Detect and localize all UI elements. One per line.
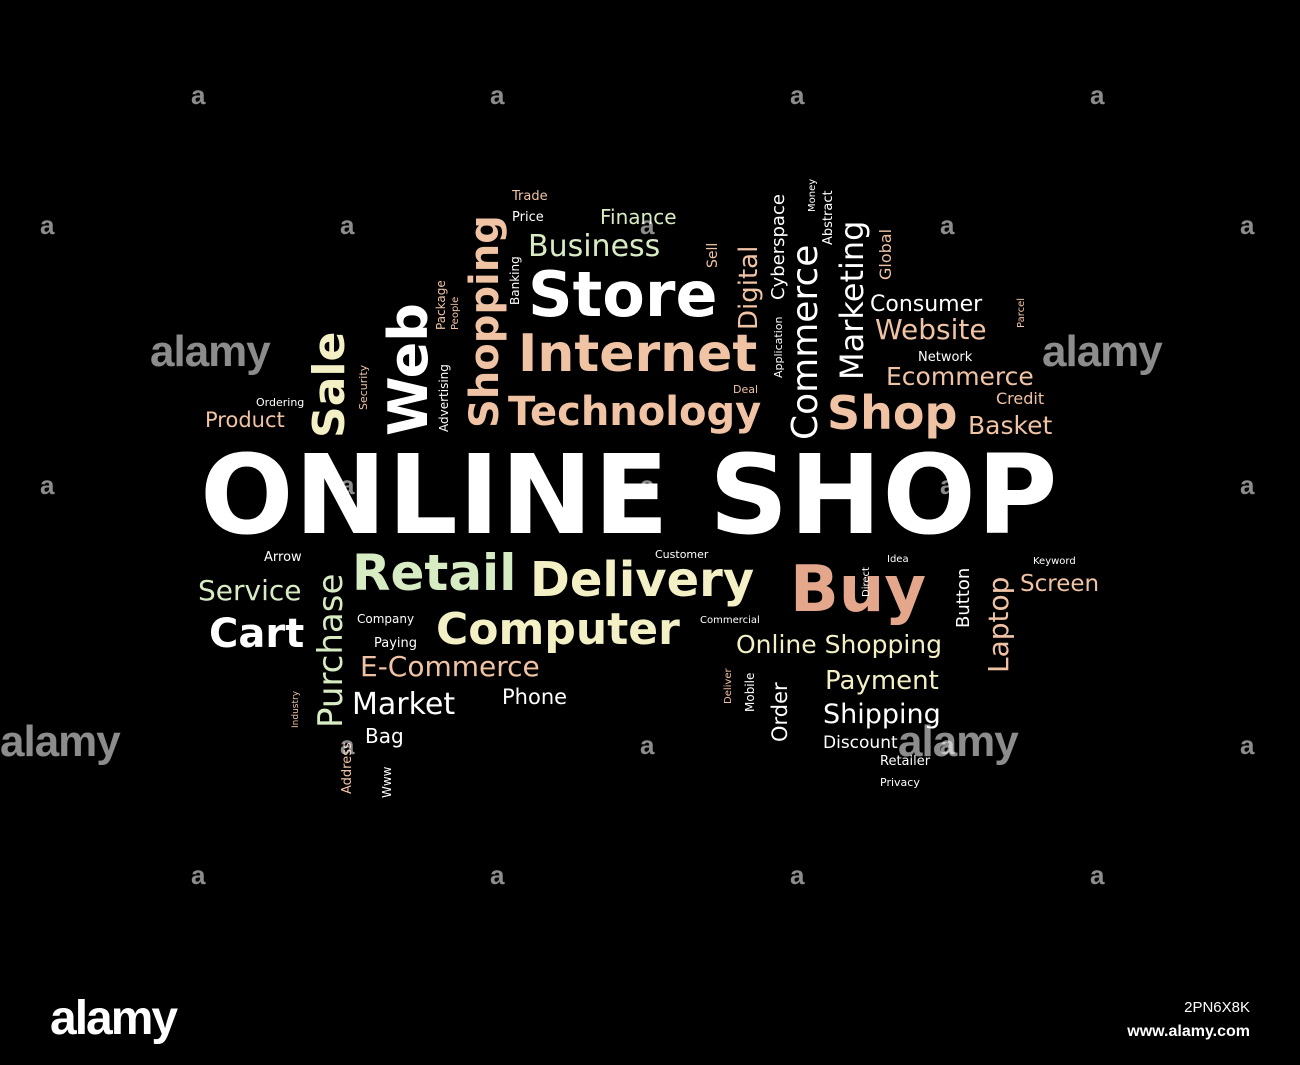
word-cloud: ONLINE SHOP Store Internet Technology Shop Bu… bbox=[0, 0, 1300, 1065]
word-sale: Sale bbox=[304, 331, 355, 438]
word-commerce: Commerce bbox=[785, 244, 826, 440]
site-url: www.alamy.com bbox=[1127, 1023, 1250, 1040]
word-bag: Bag bbox=[365, 724, 404, 748]
word-market: Market bbox=[352, 687, 456, 722]
watermark-glyph: a bbox=[340, 470, 355, 500]
word-parcel: Parcel bbox=[1016, 297, 1027, 328]
word-computer: Computer bbox=[436, 604, 680, 655]
word-customer: Customer bbox=[655, 548, 709, 561]
word-screen: Screen bbox=[1020, 571, 1100, 597]
word-phone: Phone bbox=[502, 685, 568, 709]
word-people: People bbox=[450, 296, 461, 330]
watermark-glyph: a bbox=[490, 80, 505, 110]
word-shopping: Shopping bbox=[462, 215, 508, 428]
word-digital: Digital bbox=[734, 245, 764, 330]
word-commercial: Commercial bbox=[700, 615, 760, 626]
watermark-glyph: a bbox=[490, 860, 505, 890]
watermark-glyph: a bbox=[1090, 80, 1105, 110]
word-trade: Trade bbox=[512, 189, 548, 204]
watermark-glyph: a bbox=[1240, 470, 1255, 500]
word-credit: Credit bbox=[996, 389, 1045, 408]
watermark-glyph: a bbox=[790, 80, 805, 110]
watermark-glyph: a bbox=[1090, 860, 1105, 890]
watermark-logo: alamy bbox=[150, 327, 271, 376]
watermark-glyph: a bbox=[640, 210, 655, 240]
word-banking: Banking bbox=[508, 256, 522, 305]
word-cart: Cart bbox=[209, 611, 305, 657]
image-id: 2PN6X8K bbox=[1184, 999, 1250, 1016]
word-idea: Idea bbox=[887, 554, 909, 565]
word-e-commerce: E-Commerce bbox=[360, 650, 540, 683]
word-mobile: Mobile bbox=[743, 672, 757, 712]
watermark-glyph: a bbox=[940, 470, 955, 500]
word-product: Product bbox=[205, 408, 285, 432]
word-paying: Paying bbox=[374, 636, 418, 651]
watermark-glyph: a bbox=[790, 860, 805, 890]
word-sell: Sell bbox=[705, 242, 721, 268]
watermark-glyph: a bbox=[1240, 210, 1255, 240]
word-keyword: Keyword bbox=[1033, 556, 1076, 567]
word-deliver: Deliver bbox=[723, 668, 734, 704]
alamy-logo: alamy bbox=[50, 992, 178, 1045]
watermark-logo: alamy bbox=[0, 717, 121, 766]
word-basket: Basket bbox=[968, 411, 1053, 440]
word-online-shopping: Online Shopping bbox=[736, 630, 942, 659]
word-global: Global bbox=[876, 228, 895, 280]
watermark-glyph: a bbox=[640, 470, 655, 500]
word-purchase: Purchase bbox=[311, 573, 351, 728]
word-button: Button bbox=[953, 567, 974, 628]
word-marketing: Marketing bbox=[833, 220, 871, 380]
word-application: Application bbox=[772, 316, 785, 378]
word-delivery: Delivery bbox=[530, 552, 755, 608]
word-internet: Internet bbox=[518, 324, 758, 384]
word-deal: Deal bbox=[733, 383, 759, 396]
word-technology: Technology bbox=[508, 389, 762, 435]
word-advertising: Advertising bbox=[437, 364, 451, 432]
word-shop: Shop bbox=[827, 386, 958, 440]
word-buy: Buy bbox=[790, 553, 927, 627]
word-ordering: Ordering bbox=[256, 396, 305, 409]
word-company: Company bbox=[357, 612, 415, 626]
word-ecommerce: Ecommerce bbox=[886, 362, 1034, 391]
word-website: Website bbox=[875, 313, 987, 346]
watermark-logo: alamy bbox=[1042, 327, 1163, 376]
watermark-glyph: a bbox=[191, 80, 206, 110]
watermark-glyph: a bbox=[340, 210, 355, 240]
word-direct: Direct bbox=[861, 567, 872, 597]
watermark-glyph: a bbox=[40, 470, 55, 500]
word-industry: Industry bbox=[291, 690, 301, 728]
watermark-glyph: a bbox=[191, 860, 206, 890]
word-payment: Payment bbox=[825, 666, 939, 696]
word-service: Service bbox=[198, 574, 302, 607]
word-arrow: Arrow bbox=[264, 550, 302, 565]
word-order: Order bbox=[768, 682, 792, 742]
word-online-shop: ONLINE SHOP bbox=[200, 431, 1059, 559]
word-web: Web bbox=[377, 303, 440, 436]
watermark-glyph: a bbox=[340, 730, 355, 760]
word-price: Price bbox=[512, 210, 544, 225]
word-retail: Retail bbox=[352, 544, 517, 602]
word-store: Store bbox=[528, 258, 718, 331]
watermark-glyph: a bbox=[1240, 730, 1255, 760]
word-discount: Discount bbox=[823, 733, 898, 753]
word-www: Www bbox=[380, 766, 394, 799]
word-package: Package bbox=[434, 280, 448, 330]
word-security: Security bbox=[357, 364, 370, 410]
watermark-glyph: a bbox=[640, 730, 655, 760]
watermark-logo: alamy bbox=[898, 717, 1019, 766]
watermark-glyph: a bbox=[940, 210, 955, 240]
word-money: Money bbox=[807, 178, 818, 212]
watermark-glyph: a bbox=[40, 210, 55, 240]
word-laptop: Laptop bbox=[982, 576, 1015, 673]
word-finance: Finance bbox=[600, 205, 677, 229]
word-privacy: Privacy bbox=[880, 776, 920, 789]
